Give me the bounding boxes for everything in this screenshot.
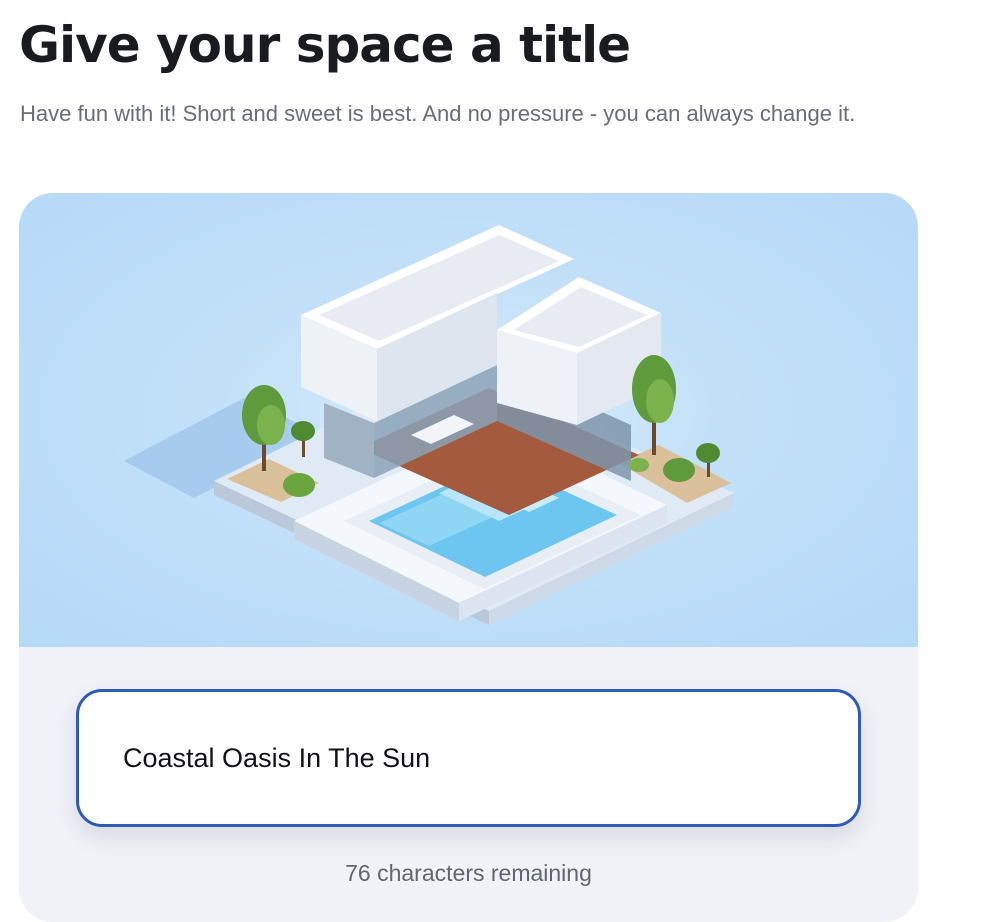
space-illustration [19, 193, 918, 647]
space-title-field[interactable] [76, 689, 861, 827]
characters-remaining-text: 76 characters remaining [345, 860, 592, 886]
isometric-house-illustration [124, 225, 734, 625]
space-title-input[interactable] [123, 728, 803, 788]
page: Give your space a title Have fun with it… [0, 0, 1006, 922]
page-subtitle: Have fun with it! Short and sweet is bes… [20, 101, 856, 126]
page-title: Give your space a title [19, 16, 631, 74]
space-title-card: 76 characters remaining [19, 193, 918, 922]
